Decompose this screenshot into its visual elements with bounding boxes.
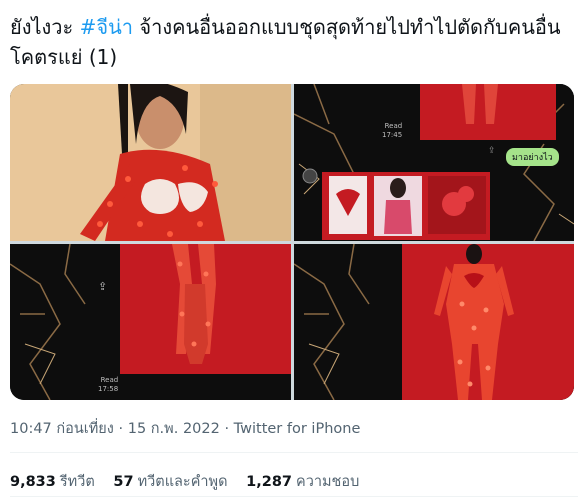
quotes-stat[interactable]: 57 ทวีตและคำพูด xyxy=(113,474,227,490)
read-status: Read xyxy=(384,122,403,130)
quotes-count: 57 xyxy=(113,474,134,490)
quotes-label: ทวีตและคำพูด xyxy=(137,474,228,490)
read-time: 17:45 xyxy=(382,131,403,139)
tweet-stats: 9,833 รีทวีต 57 ทวีตและคำพูด 1,287 ความชอบ xyxy=(10,470,373,493)
tweet-timestamp[interactable]: 10:47 ก่อนเที่ยง · 15 ก.พ. 2022 · Twitte… xyxy=(10,417,360,440)
likes-stat[interactable]: 1,287 ความชอบ xyxy=(246,474,359,490)
hashtag-link[interactable]: #จีน่า xyxy=(80,15,133,39)
outfit-fullbody-photo xyxy=(294,244,574,400)
read-time: 17:58 xyxy=(98,385,119,393)
likes-count: 1,287 xyxy=(246,474,293,490)
chat-bubble: มาอย่างไว xyxy=(506,148,559,166)
retweets-stat[interactable]: 9,833 รีทวีต xyxy=(10,474,95,490)
retweets-label: รีทวีต xyxy=(59,474,95,490)
media-grid: Read 17:45 มาอย่างไว ⇪ ⇪ Read 17:58 xyxy=(10,84,574,400)
retweets-count: 9,833 xyxy=(10,474,56,490)
share-icon: ⇪ xyxy=(98,280,108,293)
outfit-detail-photo xyxy=(10,244,291,400)
media-photo-4[interactable] xyxy=(294,244,574,400)
media-photo-2[interactable]: Read 17:45 มาอย่างไว ⇪ xyxy=(294,84,574,241)
divider xyxy=(10,496,578,497)
divider xyxy=(10,452,578,453)
tweet-text-before: ยังไงวะ xyxy=(10,15,80,39)
likes-label: ความชอบ xyxy=(296,474,360,490)
outfit-photo xyxy=(10,84,291,241)
media-photo-3[interactable]: ⇪ Read 17:58 xyxy=(10,244,291,400)
read-status: Read xyxy=(100,376,119,384)
media-photo-1[interactable] xyxy=(10,84,291,241)
tweet-text: ยังไงวะ #จีน่า จ้างคนอื่นออกแบบชุดสุดท้า… xyxy=(10,12,580,72)
share-icon: ⇪ xyxy=(488,146,496,156)
